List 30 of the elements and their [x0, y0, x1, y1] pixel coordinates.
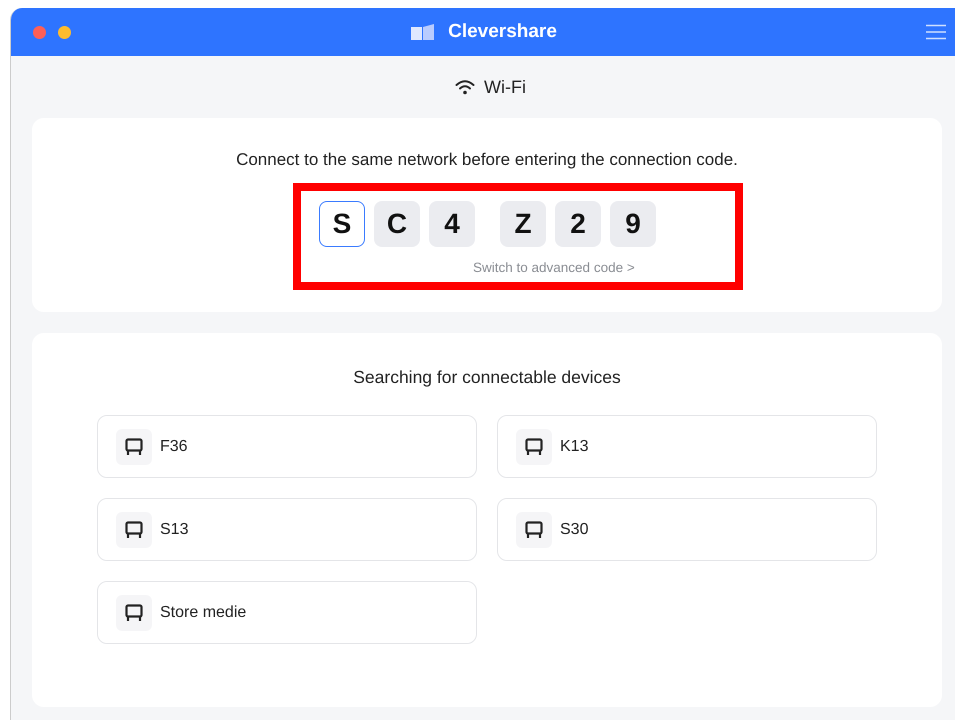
device-name: Store medie	[160, 604, 246, 622]
code-digit-field[interactable]: 4	[429, 201, 475, 247]
device-name: F36	[160, 438, 188, 456]
code-digit-field[interactable]: 9	[610, 201, 656, 247]
device-name: S30	[560, 520, 588, 538]
device-name: K13	[560, 438, 588, 456]
screen-icon	[524, 436, 544, 456]
code-digit-field[interactable]: 2	[555, 201, 601, 247]
device-item[interactable]: S30	[497, 498, 877, 561]
close-button[interactable]	[33, 26, 46, 38]
screen-icon	[524, 520, 544, 540]
screen-icon	[124, 436, 144, 456]
device-item[interactable]: S13	[97, 498, 477, 561]
menu-icon[interactable]	[926, 24, 946, 40]
screen-icon	[124, 520, 144, 540]
code-digit-field[interactable]: S	[319, 201, 365, 247]
minimize-button[interactable]	[58, 26, 71, 38]
window-title: Clevershare	[448, 21, 557, 43]
logo-icon	[410, 23, 436, 41]
devices-heading: Searching for connectable devices	[352, 367, 622, 388]
device-item[interactable]: K13	[497, 415, 877, 478]
device-item[interactable]: Store medie	[97, 581, 477, 644]
wifi-icon	[455, 79, 475, 95]
code-digit-field[interactable]: Z	[500, 201, 546, 247]
device-name: S13	[160, 520, 188, 538]
code-digit-field[interactable]: C	[374, 201, 420, 247]
network-label: Wi-Fi	[484, 76, 526, 98]
screen-icon	[124, 602, 144, 622]
device-item[interactable]: F36	[97, 415, 477, 478]
instruction-text: Connect to the same network before entering the connection code.	[235, 150, 739, 170]
